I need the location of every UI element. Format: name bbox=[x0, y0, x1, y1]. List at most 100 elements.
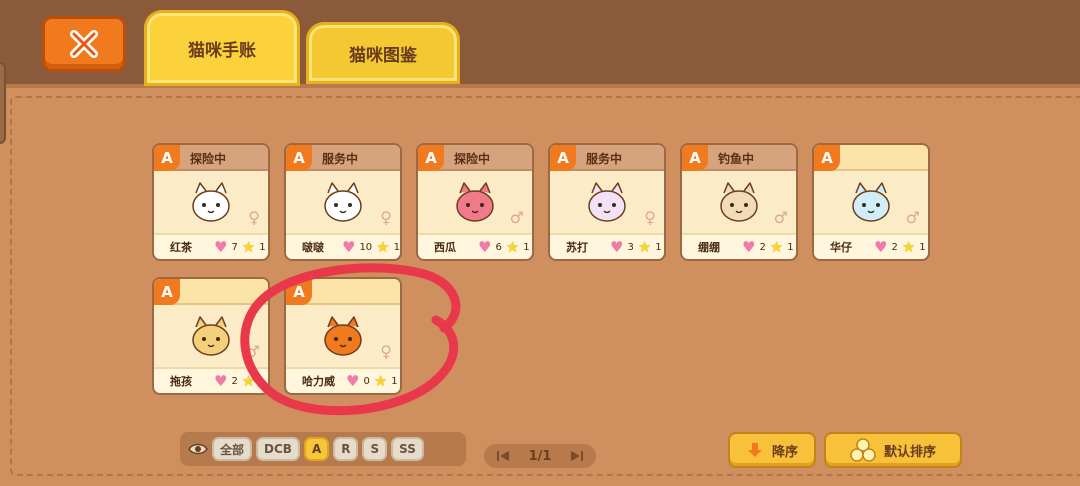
cat-name: 西瓜 bbox=[434, 241, 456, 254]
pager: 1/1 bbox=[484, 444, 596, 468]
last-page-icon[interactable] bbox=[570, 449, 584, 463]
card-header: A bbox=[814, 145, 928, 171]
blue-cat-icon bbox=[852, 182, 890, 222]
rank-badge: A bbox=[286, 145, 312, 171]
filter-all[interactable]: 全部 bbox=[212, 437, 253, 461]
card-footer: 西瓜 ♥ 6 ★ 1 bbox=[418, 235, 532, 259]
rank-badge: A bbox=[682, 145, 708, 171]
cat-card[interactable]: A 服务中 ♀ 苏打 ♥ 3 ★ 1 bbox=[548, 143, 666, 261]
rank-badge: A bbox=[550, 145, 576, 171]
filter-r[interactable]: R bbox=[333, 437, 359, 461]
star-count: 1 bbox=[523, 241, 530, 253]
heart-icon: ♥ bbox=[874, 238, 888, 256]
star-icon: ★ bbox=[376, 238, 390, 256]
star-count: 1 bbox=[919, 241, 926, 253]
star-count: 1 bbox=[393, 241, 400, 253]
cat-name: 绷绷 bbox=[698, 241, 720, 254]
heart-icon: ♥ bbox=[742, 238, 756, 256]
pastel-cat-icon bbox=[588, 182, 626, 222]
star-icon: ★ bbox=[769, 238, 784, 256]
card-portrait: ♀ bbox=[286, 171, 400, 235]
close-button[interactable] bbox=[42, 16, 126, 72]
card-header: A 探险中 bbox=[154, 145, 268, 171]
eye-icon[interactable] bbox=[188, 442, 208, 456]
close-icon bbox=[70, 30, 98, 58]
cat-card[interactable]: A 钓鱼中 ♂ 绷绷 ♥ 2 ★ 1 bbox=[680, 143, 798, 261]
default-sort-button[interactable]: 默认排序 bbox=[824, 432, 962, 468]
rank-badge: A bbox=[814, 145, 840, 171]
heart-icon: ♥ bbox=[478, 238, 492, 256]
affection-count: 7 bbox=[231, 241, 238, 253]
gender-icon: ♂ bbox=[509, 208, 524, 227]
page-indicator: 1/1 bbox=[528, 448, 552, 464]
mummy-cat-icon bbox=[720, 182, 758, 222]
rank-badge: A bbox=[418, 145, 444, 171]
heart-icon: ♥ bbox=[610, 238, 624, 256]
affection-count: 6 bbox=[495, 241, 502, 253]
star-icon: ★ bbox=[505, 238, 520, 256]
card-portrait: ♂ bbox=[418, 171, 532, 235]
card-footer: 华仔 ♥ 2 ★ 1 bbox=[814, 235, 928, 259]
default-sort-label: 默认排序 bbox=[883, 444, 936, 460]
card-portrait: ♀ bbox=[154, 171, 268, 235]
cat-card[interactable]: A 服务中 ♀ 啵啵 ♥ 10 ★ 1 bbox=[284, 143, 402, 261]
star-count: 1 bbox=[259, 241, 266, 253]
heart-icon: ♥ bbox=[341, 238, 356, 256]
card-header: A 服务中 bbox=[550, 145, 664, 171]
cat-card[interactable]: A 探险中 ♀ 红茶 ♥ 7 ★ 1 bbox=[152, 143, 270, 261]
fluffy-cat-icon bbox=[192, 182, 230, 222]
affection-count: 3 bbox=[627, 241, 634, 253]
side-handle[interactable] bbox=[0, 62, 6, 144]
cat-name: 红茶 bbox=[170, 241, 192, 254]
gender-icon: ♀ bbox=[248, 208, 260, 227]
card-portrait: ♂ bbox=[814, 171, 928, 235]
cat-name: 华仔 bbox=[830, 241, 852, 254]
card-status: 服务中 bbox=[586, 152, 623, 166]
card-header: A 钓鱼中 bbox=[682, 145, 796, 171]
rank-badge: A bbox=[154, 279, 180, 305]
filter-dcb[interactable]: DCB bbox=[256, 437, 300, 461]
watermelon-cat-icon bbox=[456, 182, 494, 222]
arrow-down-icon bbox=[747, 443, 762, 457]
affection-count: 2 bbox=[891, 241, 898, 253]
white-cat-icon bbox=[324, 182, 362, 222]
card-status: 探险中 bbox=[190, 152, 227, 166]
star-count: 1 bbox=[655, 241, 662, 253]
filter-a[interactable]: A bbox=[303, 437, 330, 461]
sort-descending-button[interactable]: 降序 bbox=[728, 432, 816, 468]
cat-name: 苏打 bbox=[566, 241, 588, 254]
star-icon: ★ bbox=[901, 238, 916, 256]
cat-card[interactable]: A ♂ 华仔 ♥ 2 ★ 1 bbox=[812, 143, 930, 261]
sort-desc-label: 降序 bbox=[771, 444, 798, 460]
card-footer: 绷绷 ♥ 2 ★ 1 bbox=[682, 235, 796, 259]
card-footer: 苏打 ♥ 3 ★ 1 bbox=[550, 235, 664, 259]
filter-s[interactable]: S bbox=[362, 437, 388, 461]
gender-icon: ♂ bbox=[905, 208, 920, 227]
card-status: 钓鱼中 bbox=[718, 152, 755, 166]
card-portrait: ♂ bbox=[682, 171, 796, 235]
card-header: A 服务中 bbox=[286, 145, 400, 171]
star-icon: ★ bbox=[637, 238, 652, 256]
tab-cat-encyclopedia[interactable]: 猫咪图鉴 bbox=[306, 22, 460, 84]
card-footer: 红茶 ♥ 7 ★ 1 bbox=[154, 235, 268, 259]
card-status: 探险中 bbox=[454, 152, 491, 166]
gender-icon: ♀ bbox=[644, 208, 656, 227]
affection-count: 10 bbox=[359, 241, 373, 253]
cat-name: 拖孩 bbox=[170, 375, 192, 388]
star-icon: ★ bbox=[241, 238, 256, 256]
heart-icon: ♥ bbox=[214, 238, 228, 256]
peanut-cat-icon bbox=[192, 316, 230, 356]
tab-cat-journal[interactable]: 猫咪手账 bbox=[144, 10, 300, 86]
rank-badge: A bbox=[154, 145, 180, 171]
filter-ss[interactable]: SS bbox=[391, 437, 424, 461]
rank-filter-bar: 全部 DCB A R S SS bbox=[180, 432, 466, 466]
card-portrait: ♀ bbox=[550, 171, 664, 235]
card-header: A 探险中 bbox=[418, 145, 532, 171]
coins-icon bbox=[850, 438, 876, 462]
card-footer: 啵啵 ♥ 10 ★ 1 bbox=[286, 235, 400, 259]
first-page-icon[interactable] bbox=[496, 449, 510, 463]
cat-card[interactable]: A 探险中 ♂ 西瓜 ♥ 6 ★ 1 bbox=[416, 143, 534, 261]
red-annotation-circle bbox=[240, 263, 461, 416]
affection-count: 2 bbox=[759, 241, 766, 253]
gender-icon: ♂ bbox=[773, 208, 788, 227]
